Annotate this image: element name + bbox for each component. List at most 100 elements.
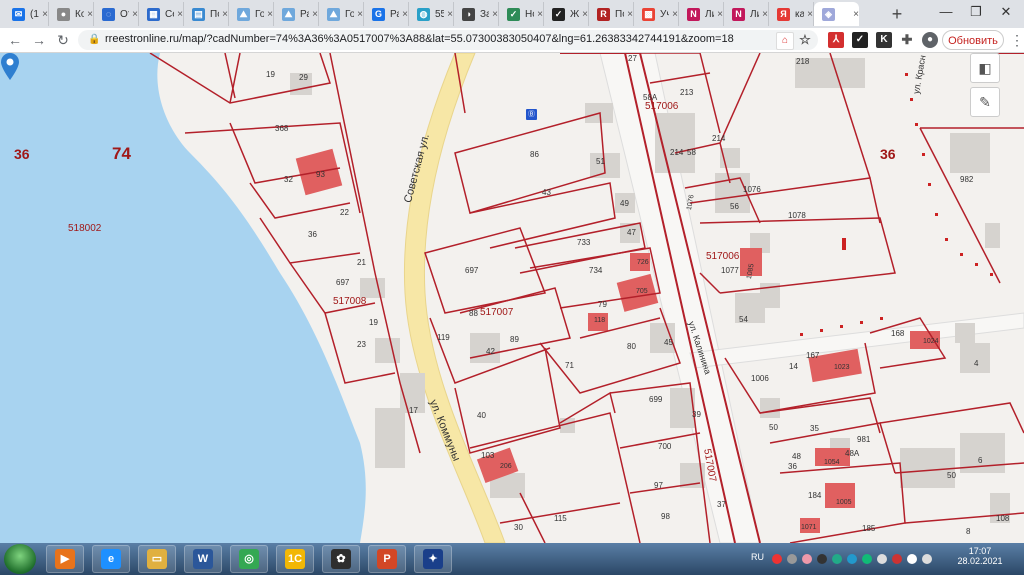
tab-close-icon[interactable]: × [42,9,48,20]
tab-label: Уча [660,8,670,20]
location-pin-icon[interactable] [0,53,20,81]
tab-close-icon[interactable]: × [492,9,498,20]
back-button[interactable]: ← [6,31,24,49]
tab-close-icon[interactable]: × [357,9,363,20]
browser-tab[interactable]: ⛰ Разд× [274,2,319,26]
parcel-number: 43 [542,188,551,197]
taskbar-app-button[interactable]: ▶ [46,545,84,573]
cadastral-map[interactable]: 36 74 36 518002 517008 517006 517006 517… [0,53,1024,543]
parcel-number: 733 [577,238,591,247]
browser-tab[interactable]: ✉ (1) В× [4,2,49,26]
browser-menu-icon[interactable]: ⋮ [1010,32,1024,49]
taskbar-app-button[interactable]: W [184,545,222,573]
update-button[interactable]: Обновить [942,30,1004,50]
url-text[interactable]: rreestronline.ru/map/?cadNumber=74%3A36%… [105,33,734,45]
browser-tab[interactable]: N Лич× [679,2,724,26]
district-label: 36 [14,146,30,162]
tab-close-icon[interactable]: × [312,9,318,20]
browser-tab[interactable]: ✓ Жен× [544,2,589,26]
new-tab-button[interactable]: + [887,4,907,24]
volume-icon[interactable] [922,554,932,564]
extensions-puzzle-icon[interactable]: ✚ [899,32,915,48]
address-bar[interactable]: 🔒 rreestronline.ru/map/?cadNumber=74%3A3… [78,30,818,50]
browser-tab[interactable]: ◌ Отк× [94,2,139,26]
tray-icon[interactable] [862,554,872,564]
browser-tab[interactable]: G Раз× [364,2,409,26]
tab-close-icon[interactable]: × [582,9,588,20]
tab-close-icon[interactable]: × [672,9,678,20]
browser-tab[interactable]: ▦ Сет× [139,2,184,26]
tab-favicon-icon: ⛰ [327,7,340,21]
browser-tab[interactable]: ◈ × [814,2,859,26]
browser-tab[interactable]: ▩ Уча× [634,2,679,26]
taskbar-app-button[interactable]: P [368,545,406,573]
layers-button[interactable]: ◧ [970,53,1000,83]
tray-icon[interactable] [892,554,902,564]
reload-button[interactable]: ↻ [54,31,72,49]
tab-close-icon[interactable]: × [267,9,273,20]
taskbar-app-button[interactable]: ✦ [414,545,452,573]
system-clock[interactable]: 17:07 28.02.2021 [950,546,1010,566]
tray-icon[interactable] [832,554,842,564]
taskbar-app-button[interactable]: 1С [276,545,314,573]
tray-icon[interactable] [772,554,782,564]
bookmark-star-icon[interactable]: ☆ [797,32,813,48]
tab-strip: ✉(1) В×●Кон×◌Отк×▦Сет×▤Пол×⛰Госу×⛰Разд×⛰… [0,0,1024,28]
tab-favicon-icon: ◌ [102,7,115,21]
parcel-number: 705 [636,288,648,295]
tab-close-icon[interactable]: × [447,9,453,20]
k-extension-icon[interactable]: K [876,32,892,48]
tray-icon[interactable] [877,554,887,564]
tab-close-icon[interactable]: × [177,9,183,20]
parcel-number: 184 [808,491,822,500]
maximize-button[interactable]: ❐ [965,4,987,22]
tray-icon[interactable] [817,554,827,564]
parcel-number: 36 [308,230,317,239]
browser-tab[interactable]: Якад× [769,2,814,26]
tab-close-icon[interactable]: × [537,9,543,20]
tab-close-icon[interactable]: × [132,9,138,20]
tab-label: Госу [255,8,265,20]
check-extension-icon[interactable]: ✓ [852,32,868,48]
tab-close-icon[interactable]: × [853,9,859,20]
tab-close-icon[interactable]: × [762,9,768,20]
parcel-number: 185 [862,524,876,533]
browser-tab[interactable]: ▤ Пол× [184,2,229,26]
parcel-number: 734 [589,266,603,275]
tray-icon[interactable] [847,554,857,564]
profile-avatar[interactable]: ● [922,32,938,48]
taskbar-app-button[interactable]: ▭ [138,545,176,573]
browser-tab[interactable]: ⛰ Госу× [229,2,274,26]
browser-tab[interactable]: ⛰ Госу× [319,2,364,26]
browser-tab[interactable]: ● Кон× [49,2,94,26]
start-button[interactable] [4,544,36,574]
tray-icon[interactable] [787,554,797,564]
tab-close-icon[interactable]: × [627,9,633,20]
parcel-number: 97 [654,481,663,490]
browser-tab[interactable]: ✓ Нов× [499,2,544,26]
browser-tab[interactable]: ◍ 55 с× [409,2,454,26]
close-window-button[interactable]: ✕ [995,4,1017,22]
tab-close-icon[interactable]: × [402,9,408,20]
minimize-button[interactable]: — [935,4,957,22]
pdf-extension-icon[interactable]: ⅄ [828,32,844,48]
parcel-number: 51 [596,157,605,166]
bus-stop-icon[interactable]: Ⓑ [526,109,537,120]
taskbar-app-button[interactable]: ◎ [230,545,268,573]
taskbar-app-button[interactable]: e [92,545,130,573]
tab-close-icon[interactable]: × [222,9,228,20]
browser-tab[interactable]: ◑ Зая× [454,2,499,26]
forward-button[interactable]: → [30,31,48,49]
language-indicator[interactable]: RU [751,552,764,562]
tab-close-icon[interactable]: × [717,9,723,20]
translate-icon[interactable]: ⌂ [776,32,794,50]
browser-tab[interactable]: R Пол× [589,2,634,26]
taskbar-app-button[interactable]: ✿ [322,545,360,573]
network-icon[interactable] [907,554,917,564]
tray-icon[interactable] [802,554,812,564]
parcel-number: 36 [788,462,797,471]
tab-close-icon[interactable]: × [87,9,93,20]
browser-tab[interactable]: N Лич× [724,2,769,26]
ruler-button[interactable]: ✎ [970,87,1000,117]
tab-close-icon[interactable]: × [807,9,813,20]
